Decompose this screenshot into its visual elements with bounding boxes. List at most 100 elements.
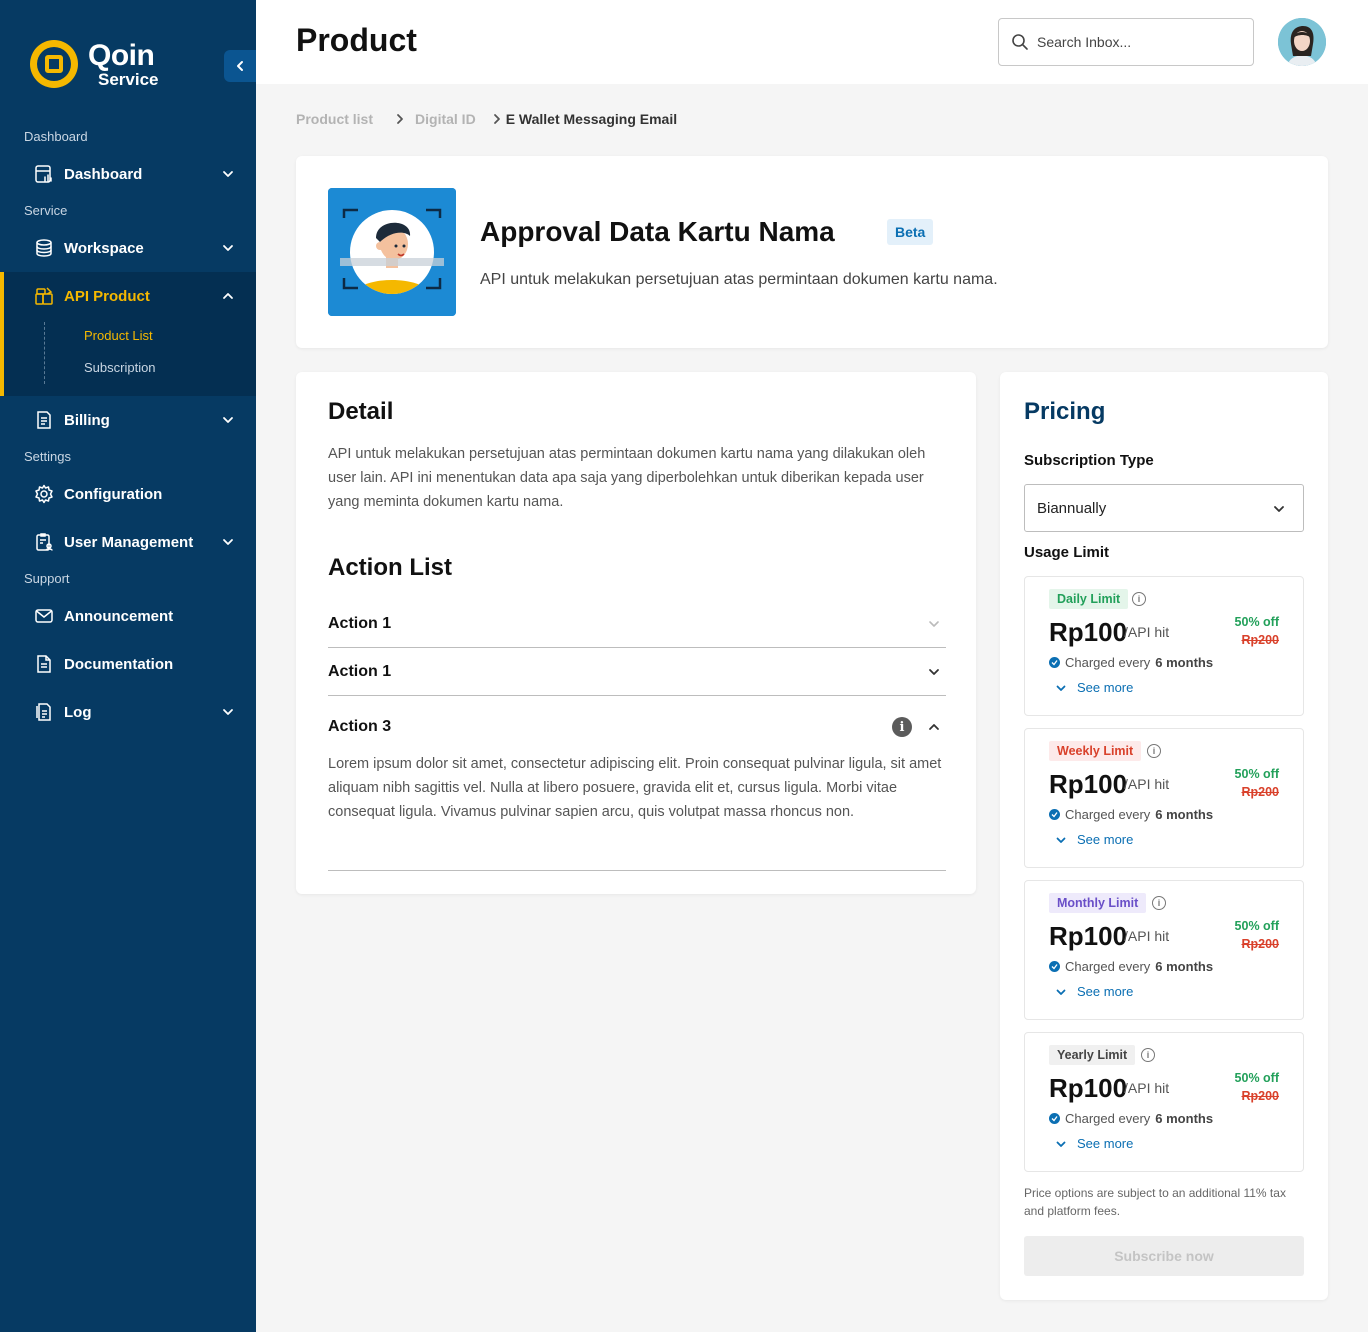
see-more-label: See more: [1077, 680, 1134, 695]
sidebar-item-label: Billing: [64, 411, 110, 429]
chevron-down-icon: [929, 669, 939, 675]
sidebar-subitem-subscription[interactable]: Subscription: [84, 360, 156, 375]
user-avatar-icon: [1278, 18, 1326, 66]
info-icon[interactable]: i: [1147, 744, 1161, 758]
info-icon[interactable]: i: [1132, 592, 1146, 606]
chevron-right-icon: [492, 113, 502, 125]
see-more-link[interactable]: See more: [1055, 832, 1133, 847]
tier-charged-info: Charged every 6 months: [1049, 807, 1213, 822]
pricing-card: Pricing Subscription Type Biannually Usa…: [1000, 372, 1328, 1300]
tier-badge: Monthly Limit: [1049, 893, 1147, 913]
subscribe-button[interactable]: Subscribe now: [1024, 1236, 1304, 1276]
subscription-type-label: Subscription Type: [1024, 452, 1154, 469]
accordion-action-2[interactable]: Action 1: [328, 648, 946, 696]
price-note: Price options are subject to an addition…: [1024, 1186, 1286, 1218]
accordion-action-3[interactable]: Action 3: [328, 703, 946, 751]
avatar[interactable]: [1278, 18, 1326, 66]
id-scan-illustration-icon: [328, 188, 456, 316]
tier-price: Rp100: [1049, 769, 1128, 799]
sidebar-item-log[interactable]: Log: [0, 688, 256, 736]
sidebar-item-label: API Product: [64, 287, 150, 305]
tier-unit: /API hit: [1124, 624, 1170, 640]
see-more-link[interactable]: See more: [1055, 984, 1133, 999]
sidebar-item-label: Workspace: [64, 239, 144, 257]
chevron-down-icon: [929, 621, 939, 627]
search-input[interactable]: [1037, 34, 1237, 50]
charged-label: Charged every: [1065, 807, 1151, 822]
check-circle-icon: [1049, 809, 1060, 820]
section-label-service: Service: [24, 203, 68, 218]
accordion-label: Action 1: [328, 614, 392, 632]
sidebar-item-label: Documentation: [64, 655, 174, 673]
search-icon: [1012, 34, 1028, 50]
tier-badge: Yearly Limit: [1049, 1045, 1136, 1065]
chevron-up-icon: [223, 293, 233, 299]
sidebar-item-user-management[interactable]: User Management: [0, 518, 256, 566]
sidebar-item-label: Log: [64, 703, 92, 721]
gear-icon: [34, 484, 54, 504]
tier-card-weekly: Weekly Limit i Rp100 /API hit 50% off Rp…: [1024, 728, 1304, 868]
brand-logo[interactable]: Qoin Service: [30, 40, 159, 88]
breadcrumb-item-current: E Wallet Messaging Email: [505, 111, 678, 127]
tier-old-price: Rp200: [1241, 633, 1279, 647]
collapse-sidebar-button[interactable]: [224, 50, 256, 82]
check-circle-icon: [1049, 657, 1060, 668]
detail-description: API untuk melakukan persetujuan atas per…: [328, 446, 926, 510]
brand-name: Qoin: [88, 38, 155, 72]
tier-discount: 50% off: [1234, 919, 1279, 933]
sidebar-item-label: User Management: [64, 533, 194, 551]
chevron-down-icon: [1056, 837, 1066, 843]
see-more-label: See more: [1077, 1136, 1134, 1151]
sidebar-item-billing[interactable]: Billing: [0, 396, 256, 444]
section-label-settings: Settings: [24, 449, 71, 464]
chevron-left-icon: [237, 61, 243, 71]
breadcrumb-item-digital-id[interactable]: Digital ID: [415, 111, 476, 127]
select-value: Biannually: [1037, 499, 1107, 517]
tier-price: Rp100: [1049, 921, 1128, 951]
sidebar: Qoin Service Dashboard Dashboard Service…: [0, 0, 256, 1332]
charged-period: 6 months: [1155, 1111, 1214, 1126]
product-description: API untuk melakukan persetujuan atas per…: [480, 271, 998, 288]
package-icon: [34, 286, 54, 306]
subscription-type-select[interactable]: Biannually: [1024, 484, 1304, 532]
chevron-down-icon: [1056, 1141, 1066, 1147]
sidebar-item-workspace[interactable]: Workspace: [0, 224, 256, 272]
sidebar-item-api-product[interactable]: API Product: [0, 272, 256, 320]
sidebar-item-label: Dashboard: [64, 165, 143, 183]
charged-period: 6 months: [1155, 807, 1214, 822]
status-badge: Beta: [887, 219, 934, 245]
sidebar-item-dashboard[interactable]: Dashboard: [0, 150, 256, 198]
tier-price: Rp100: [1049, 617, 1128, 647]
submenu-line: [44, 322, 45, 384]
search-box[interactable]: [998, 18, 1254, 66]
info-icon[interactable]: i: [1152, 896, 1166, 910]
product-illustration: [328, 188, 456, 316]
tier-old-price: Rp200: [1241, 1089, 1279, 1103]
document-icon: [34, 654, 54, 674]
tier-unit: /API hit: [1124, 928, 1170, 944]
accordion-action-1[interactable]: Action 1: [328, 600, 946, 648]
see-more-link[interactable]: See more: [1055, 1136, 1133, 1151]
charged-label: Charged every: [1065, 655, 1151, 670]
tier-discount: 50% off: [1234, 615, 1279, 629]
tier-old-price: Rp200: [1241, 785, 1279, 799]
tier-unit: /API hit: [1124, 776, 1170, 792]
sidebar-item-documentation[interactable]: Documentation: [0, 640, 256, 688]
info-icon[interactable]: i: [1141, 1048, 1155, 1062]
breadcrumb-item-product-list[interactable]: Product list: [296, 111, 373, 127]
sidebar-subitem-product-list[interactable]: Product List: [84, 328, 153, 343]
sidebar-item-configuration[interactable]: Configuration: [0, 470, 256, 518]
chevron-down-icon: [223, 417, 233, 423]
tier-badge: Weekly Limit: [1049, 741, 1142, 761]
see-more-link[interactable]: See more: [1055, 680, 1133, 695]
chevron-down-icon: [223, 171, 233, 177]
user-clipboard-icon: [34, 532, 54, 552]
pricing-title: Pricing: [1024, 398, 1106, 425]
tier-discount: 50% off: [1234, 767, 1279, 781]
info-icon[interactable]: i: [892, 717, 912, 737]
qoin-logo-icon: [30, 40, 78, 88]
invoice-icon: [34, 410, 54, 430]
sidebar-item-announcement[interactable]: Announcement: [0, 592, 256, 640]
page-title: Product: [296, 22, 417, 58]
tier-card-yearly: Yearly Limit i Rp100 /API hit 50% off Rp…: [1024, 1032, 1304, 1172]
